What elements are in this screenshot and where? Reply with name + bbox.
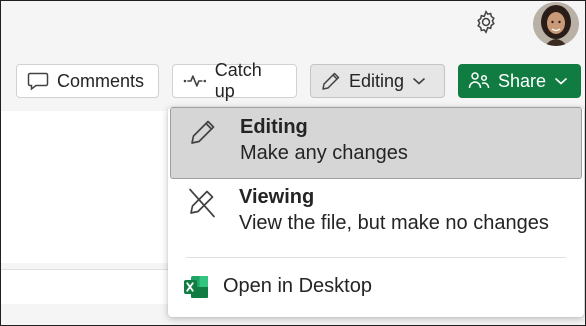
menu-divider <box>186 257 566 258</box>
settings-button[interactable] <box>470 6 502 38</box>
catchup-button[interactable]: Catch up <box>172 60 297 101</box>
menu-item-viewing-title: Viewing <box>239 186 315 208</box>
document-area <box>1 111 171 263</box>
open-in-desktop-label: Open in Desktop <box>223 275 372 297</box>
share-button[interactable]: Share <box>458 64 581 98</box>
menu-item-viewing-description: View the file, but make no changes <box>239 212 549 234</box>
document-strip <box>1 269 171 304</box>
editing-mode-menu: Editing Make any changes Viewing View th… <box>168 107 584 317</box>
pencil-icon <box>322 72 340 90</box>
excel-icon <box>184 276 208 298</box>
menu-item-editing-description: Make any changes <box>240 142 408 164</box>
user-avatar-icon <box>533 2 579 46</box>
menu-item-editing-title: Editing <box>240 116 308 138</box>
catchup-label: Catch up <box>214 60 262 101</box>
avatar[interactable] <box>533 2 579 46</box>
pencil-off-icon <box>189 188 215 218</box>
editing-mode-button[interactable]: Editing <box>310 64 445 98</box>
pulse-icon <box>183 75 207 87</box>
comments-label: Comments <box>57 70 145 91</box>
menu-item-open-in-desktop[interactable]: Open in Desktop <box>170 265 582 309</box>
gear-icon <box>477 10 495 34</box>
menu-item-viewing[interactable]: Viewing View the file, but make no chang… <box>170 181 582 249</box>
editing-label: Editing <box>349 70 405 91</box>
chevron-down-icon <box>555 77 568 85</box>
menu-item-editing[interactable]: Editing Make any changes <box>170 107 582 179</box>
comments-button[interactable]: Comments <box>16 64 159 98</box>
app-frame: Comments Catch up Editing Share Editing … <box>0 0 586 326</box>
pencil-icon <box>191 120 215 144</box>
people-icon <box>468 72 490 89</box>
share-label: Share <box>498 70 547 91</box>
chevron-down-icon <box>413 77 426 85</box>
comment-icon <box>27 72 49 91</box>
